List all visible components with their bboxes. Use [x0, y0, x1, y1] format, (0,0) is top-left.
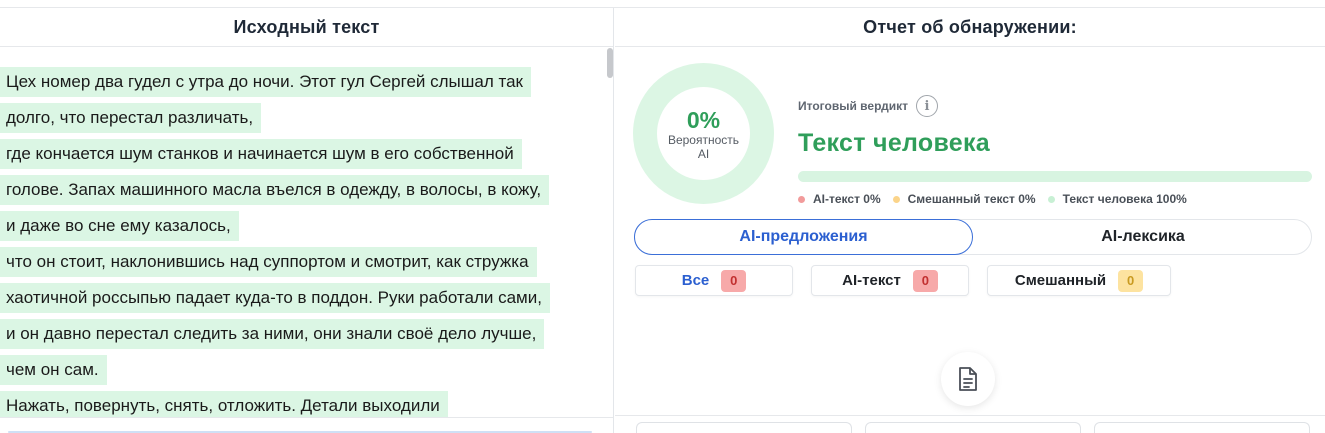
donut-center: 0% Вероятность AI	[657, 87, 750, 180]
document-icon	[959, 367, 977, 391]
text-line: голове. Запах машинного масла въелся в о…	[0, 172, 606, 208]
legend-label-mixed: Смешанный текст 0%	[907, 192, 1036, 206]
scrollbar-thumb[interactable]	[607, 48, 613, 78]
highlighted-sentence: Цех номер два гудел с утра до ночи. Этот…	[0, 67, 531, 97]
text-line: чем он сам.	[0, 352, 606, 388]
text-line: что он стоит, наклонившись над суппортом…	[0, 244, 606, 280]
tab-ai-vocabulary[interactable]: AI-лексика	[974, 220, 1312, 254]
verdict-label: Итоговый вердикт	[798, 99, 908, 113]
filter-all-button[interactable]: Все 0	[635, 265, 793, 296]
legend-dot-ai	[798, 195, 805, 203]
text-line: и он давно перестал следить за ними, они…	[0, 316, 606, 352]
source-text-area[interactable]: Цех номер два гудел с утра до ночи. Этот…	[0, 64, 606, 419]
detection-report-panel: Отчет об обнаружении: 0% Вероятность AI …	[615, 8, 1325, 433]
highlighted-sentence: чем он сам.	[0, 355, 107, 385]
tab-ai-sentences[interactable]: AI-предложения	[634, 219, 973, 255]
highlighted-sentence: долго, что перестал различать,	[0, 103, 262, 133]
text-line: Цех номер два гудел с утра до ночи. Этот…	[0, 64, 606, 100]
highlighted-sentence: и он давно перестал следить за ними, они…	[0, 319, 545, 349]
legend-item-human: Текст человека 100%	[1047, 192, 1187, 206]
highlighted-sentence: Нажать, повернуть, снять, отложить. Дета…	[0, 391, 448, 419]
highlighted-sentence: что он стоит, наклонившись над суппортом…	[0, 247, 537, 277]
highlighted-sentence: хаотичной россыпью падает куда-то в подд…	[0, 283, 550, 313]
filter-ai-text-count-badge: 0	[912, 269, 938, 292]
footer-card[interactable]	[636, 422, 852, 433]
info-icon[interactable]: i	[915, 95, 938, 117]
text-line: Нажать, повернуть, снять, отложить. Дета…	[0, 388, 606, 419]
legend-item-mixed: Смешанный текст 0%	[892, 192, 1036, 206]
highlighted-sentence: где кончается шум станков и начинается ш…	[0, 139, 522, 169]
filter-all-label: Все	[681, 272, 710, 289]
highlighted-sentence: и даже во сне ему казалось,	[0, 211, 239, 241]
legend-label-human: Текст человека 100%	[1062, 192, 1187, 206]
probability-donut: 0% Вероятность AI	[633, 63, 774, 204]
filter-mixed-label: Смешанный	[1014, 272, 1107, 289]
filter-mixed-button[interactable]: Смешанный 0	[987, 265, 1171, 296]
legend-dot-human	[1047, 195, 1055, 203]
app-root: Исходный текст Цех номер два гудел с утр…	[0, 0, 1325, 433]
verdict-value: Текст человека	[798, 129, 991, 157]
text-line: и даже во сне ему казалось,	[0, 208, 606, 244]
document-button[interactable]	[941, 352, 995, 406]
legend-item-ai: AI-текст 0%	[798, 192, 881, 206]
legend-label-ai: AI-текст 0%	[813, 192, 881, 206]
filter-ai-text-button[interactable]: AI-текст 0	[811, 265, 969, 296]
source-text-title: Исходный текст	[0, 8, 613, 47]
legend-dot-mixed	[892, 195, 900, 203]
footer-card[interactable]	[865, 422, 1081, 433]
text-line: где кончается шум станков и начинается ш…	[0, 136, 606, 172]
report-tabs: AI-предложения AI-лексика	[634, 219, 1312, 255]
verdict-progress-bar	[798, 171, 1312, 182]
filter-mixed-count-badge: 0	[1118, 269, 1144, 292]
verdict-legend: AI-текст 0% Смешанный текст 0% Текст чел…	[798, 192, 1199, 206]
verdict-label-row: Итоговый вердикт i	[798, 95, 938, 117]
probability-value: 0%	[686, 106, 721, 133]
source-text-panel: Исходный текст Цех номер два гудел с утр…	[0, 8, 614, 433]
report-title: Отчет об обнаружении:	[615, 8, 1325, 47]
highlighted-sentence: голове. Запах машинного масла въелся в о…	[0, 175, 550, 205]
footer-card[interactable]	[1094, 422, 1310, 433]
filter-all-count-badge: 0	[721, 269, 747, 292]
probability-label: Вероятность AI	[667, 132, 740, 161]
text-line: долго, что перестал различать,	[0, 100, 606, 136]
text-line: хаотичной россыпью падает куда-то в подд…	[0, 280, 606, 316]
filter-ai-text-label: AI-текст	[842, 272, 901, 289]
